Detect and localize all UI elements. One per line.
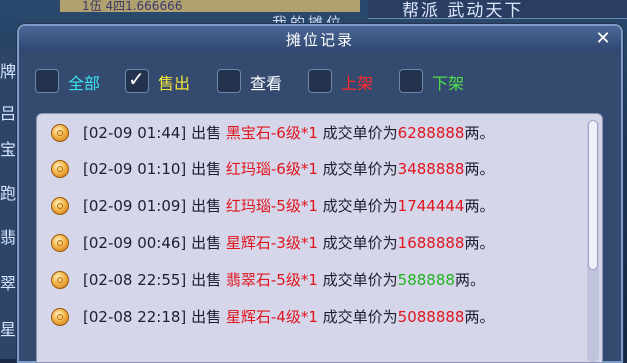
record-price: 588888 xyxy=(397,271,455,289)
record-unit: 两。 xyxy=(464,308,495,326)
record-text: [02-09 01:44] 出售 黑宝石-6级*1 成交单价为6288888两。 xyxy=(83,122,495,143)
scrollbar[interactable] xyxy=(587,120,599,362)
background-left-strip: 牌 吕 宝 跑 翡 翠 星 xyxy=(0,48,18,359)
record-text: [02-08 22:55] 出售 翡翠石-5级*1 成交单价为588888两。 xyxy=(83,269,485,290)
coin-icon xyxy=(51,234,69,252)
filter-label: 上架 xyxy=(341,74,374,93)
record-action: 出售 xyxy=(191,197,222,215)
record-action: 出售 xyxy=(191,160,222,178)
record-time: [02-08 22:55] xyxy=(83,271,187,289)
record-unit: 两。 xyxy=(464,197,495,215)
background-top-text: 1伍 4四1.666666 xyxy=(82,0,183,13)
record-price: 1688888 xyxy=(397,234,465,252)
record-item: 红玛瑙-6级*1 xyxy=(225,160,318,178)
record-price-text: 成交单价为 xyxy=(322,234,398,252)
record-price: 5088888 xyxy=(397,308,465,326)
scrollbar-thumb[interactable] xyxy=(588,120,598,270)
dialog-title: 摊位记录 xyxy=(285,31,354,49)
record-item: 红玛瑙-5级*1 xyxy=(225,197,318,215)
background-left-char: 翠 xyxy=(0,274,17,293)
record-price: 6288888 xyxy=(397,124,465,142)
filter-checkbox[interactable] xyxy=(35,69,59,93)
record-list[interactable]: [02-09 01:44] 出售 黑宝石-6级*1 成交单价为6288888两。… xyxy=(36,113,603,363)
record-row: [02-09 00:46] 出售 星辉石-3级*1 成交单价为1688888两。 xyxy=(37,227,582,263)
record-row: [02-08 22:18] 出售 星辉石-4级*1 成交单价为5088888两。 xyxy=(37,301,582,337)
filter-label: 查看 xyxy=(250,74,283,93)
filter-checkbox[interactable]: ✓ xyxy=(125,67,149,93)
coin-icon xyxy=(51,160,69,178)
record-price-text: 成交单价为 xyxy=(322,197,398,215)
background-left-char: 星 xyxy=(0,320,17,339)
record-item: 星辉石-4级*1 xyxy=(225,308,318,326)
background-left-char: 宝 xyxy=(0,140,17,159)
record-row: [02-09 01:09] 出售 红玛瑙-5级*1 成交单价为1744444两。 xyxy=(37,190,582,226)
record-action: 出售 xyxy=(191,234,222,252)
record-price: 1744444 xyxy=(397,197,465,215)
background-right-text: 帮派 武动天下 xyxy=(402,1,524,21)
record-price-text: 成交单价为 xyxy=(322,308,398,326)
filter-checkbox[interactable] xyxy=(217,69,241,93)
record-time: [02-09 01:10] xyxy=(83,160,187,178)
record-price: 3488888 xyxy=(397,160,465,178)
record-action: 出售 xyxy=(191,124,222,142)
record-text: [02-09 01:09] 出售 红玛瑙-5级*1 成交单价为1744444两。 xyxy=(83,195,495,216)
record-unit: 两。 xyxy=(464,160,495,178)
record-item: 星辉石-3级*1 xyxy=(225,234,318,252)
record-time: [02-09 01:09] xyxy=(83,197,187,215)
background-left-char: 牌 xyxy=(0,62,17,81)
record-price-text: 成交单价为 xyxy=(322,160,398,178)
record-row: [02-09 01:44] 出售 黑宝石-6级*1 成交单价为6288888两。 xyxy=(37,117,582,153)
record-item: 翡翠石-5级*1 xyxy=(225,271,318,289)
filter-label: 下架 xyxy=(432,74,465,93)
filter-label: 全部 xyxy=(68,74,101,93)
record-price-text: 成交单价为 xyxy=(322,124,398,142)
record-action: 出售 xyxy=(191,308,222,326)
record-time: [02-08 22:18] xyxy=(83,308,187,326)
record-item: 黑宝石-6级*1 xyxy=(225,124,318,142)
coin-icon xyxy=(51,271,69,289)
record-row: [02-09 01:10] 出售 红玛瑙-6级*1 成交单价为3488888两。 xyxy=(37,153,582,189)
record-text: [02-09 00:46] 出售 星辉石-3级*1 成交单价为1688888两。 xyxy=(83,232,495,253)
record-price-text: 成交单价为 xyxy=(322,271,398,289)
stall-record-dialog: 摊位记录 ✕ 全部 ✓ 售出 查看 上架 下架 [02-09 01:44] 出售… xyxy=(17,24,623,363)
coin-icon xyxy=(51,124,69,142)
filter-checkbox[interactable] xyxy=(308,69,332,93)
record-unit: 两。 xyxy=(454,271,485,289)
background-left-char: 翡 xyxy=(0,228,17,247)
checkmark-icon: ✓ xyxy=(128,67,145,91)
dialog-titlebar[interactable]: 摊位记录 ✕ xyxy=(19,26,621,52)
record-action: 出售 xyxy=(191,271,222,289)
filter-label: 售出 xyxy=(158,74,191,93)
coin-icon xyxy=(51,308,69,326)
record-time: [02-09 01:44] xyxy=(83,124,187,142)
record-row: [02-08 22:55] 出售 翡翠石-5级*1 成交单价为588888两。 xyxy=(37,264,582,300)
record-unit: 两。 xyxy=(464,234,495,252)
background-left-char: 吕 xyxy=(0,104,17,123)
close-button[interactable]: ✕ xyxy=(593,29,613,49)
background-left-char: 跑 xyxy=(0,184,17,203)
record-text: [02-09 01:10] 出售 红玛瑙-6级*1 成交单价为3488888两。 xyxy=(83,158,495,179)
coin-icon xyxy=(51,197,69,215)
record-unit: 两。 xyxy=(464,124,495,142)
filter-checkbox[interactable] xyxy=(399,69,423,93)
record-time: [02-09 00:46] xyxy=(83,234,187,252)
record-text: [02-08 22:18] 出售 星辉石-4级*1 成交单价为5088888两。 xyxy=(83,306,495,327)
